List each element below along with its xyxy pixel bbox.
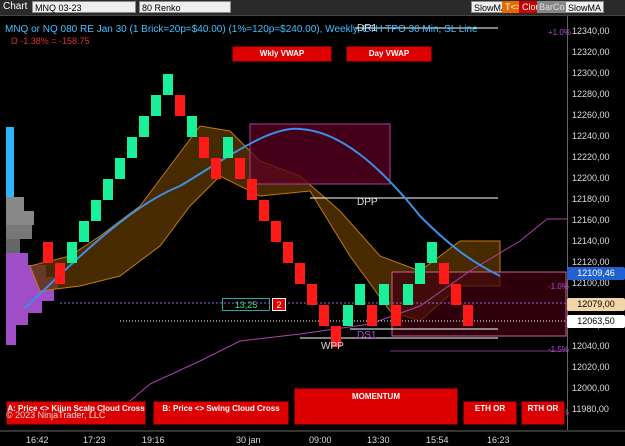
ds1-label: DS1 xyxy=(357,330,377,341)
renko-brick xyxy=(67,242,77,263)
renko-brick xyxy=(163,74,173,95)
chart-title: MNQ or NQ 080 RE Jan 30 (1 Brick=20p=$40… xyxy=(5,24,478,35)
renko-brick xyxy=(379,284,389,305)
pct-label-minus1: -1.0% xyxy=(548,282,569,291)
renko-brick xyxy=(271,221,281,242)
price-tick-label: 12120,00 xyxy=(572,257,610,267)
renko-brick xyxy=(187,116,197,137)
price-box-upper: 12109,46 xyxy=(567,267,625,280)
renko-brick xyxy=(463,305,473,326)
renko-brick xyxy=(91,200,101,221)
renko-brick xyxy=(427,242,437,263)
time-tick-label: 16:23 xyxy=(487,435,510,445)
renko-brick xyxy=(103,179,113,200)
renko-brick xyxy=(247,179,257,200)
weekly-vwap-button[interactable]: Wkly VWAP xyxy=(232,46,332,62)
renko-brick xyxy=(211,158,221,179)
dpp-label: DPP xyxy=(357,197,378,208)
renko-brick xyxy=(283,242,293,263)
renko-brick xyxy=(199,137,209,158)
instrument-selector[interactable]: MNQ 03-23 xyxy=(32,1,136,13)
day-vwap-button[interactable]: Day VWAP xyxy=(346,46,432,62)
price-tick-label: 12300,00 xyxy=(572,68,610,78)
renko-brick xyxy=(367,305,377,326)
price-tick-label: 12160,00 xyxy=(572,215,610,225)
pct-label-minus15: -1.5% xyxy=(548,345,569,354)
time-tick-label: 30 jan xyxy=(236,435,261,445)
renko-brick xyxy=(415,263,425,284)
rth-or-button[interactable]: RTH OR xyxy=(521,401,565,425)
renko-brick xyxy=(355,284,365,305)
renko-brick xyxy=(151,95,161,116)
time-tick-label: 15:54 xyxy=(426,435,449,445)
volume-profile xyxy=(6,127,58,345)
price-tick-label: 12140,00 xyxy=(572,236,610,246)
copyright-text: © 2023 NinjaTrader, LLC xyxy=(6,410,106,420)
renko-brick xyxy=(259,200,269,221)
renko-brick xyxy=(55,263,65,284)
renko-brick xyxy=(235,158,245,179)
price-tick-label: 12280,00 xyxy=(572,89,610,99)
time-tick-label: 09:00 xyxy=(309,435,332,445)
time-tick-label: 16:42 xyxy=(26,435,49,445)
renko-brick xyxy=(295,263,305,284)
chart-toolbar: Chart MNQ 03-23 80 Renko SlowMA T<>K Clo… xyxy=(0,0,625,16)
bar-type-selector[interactable]: 80 Renko xyxy=(139,1,231,13)
price-box-lower: 12063,50 xyxy=(567,315,625,328)
wpp-label: WPP xyxy=(321,341,344,352)
price-tick-label: 12000,00 xyxy=(572,383,610,393)
renko-brick xyxy=(307,284,317,305)
renko-brick xyxy=(439,263,449,284)
price-tick-label: 12240,00 xyxy=(572,131,610,141)
renko-brick xyxy=(403,284,413,305)
trade-count-badge: 2 xyxy=(272,298,286,311)
dr1-label: DR1 xyxy=(357,23,378,34)
price-tick-label: 12260,00 xyxy=(572,110,610,120)
price-box-mid: 12079,00 xyxy=(567,298,625,311)
pct-label-plus1: +1.0% xyxy=(548,28,571,37)
renko-chart[interactable] xyxy=(0,16,567,430)
price-tick-label: 11980,00 xyxy=(572,404,609,414)
price-tick-label: 12320,00 xyxy=(572,47,610,57)
price-tick-label: 12340,00 xyxy=(572,26,610,36)
renko-brick xyxy=(139,116,149,137)
momentum-button[interactable]: MOMENTUM xyxy=(294,388,458,425)
time-scrollbar[interactable] xyxy=(0,430,625,432)
bar-color-button[interactable]: BarCol xyxy=(537,1,569,13)
time-tick-label: 19:16 xyxy=(142,435,165,445)
renko-brick xyxy=(343,305,353,326)
time-tick-label: 17:23 xyxy=(83,435,106,445)
trade-value-box: 13,25 xyxy=(222,298,270,311)
renko-brick xyxy=(79,221,89,242)
pnl-readout: Ω -1.38% = -158.75 xyxy=(11,36,90,46)
price-tick-label: 12200,00 xyxy=(572,173,610,183)
renko-brick xyxy=(127,137,137,158)
chart-tab[interactable]: Chart xyxy=(3,1,27,13)
swing-cloud-button[interactable]: B: Price <> Swing Cloud Cross xyxy=(153,401,289,425)
slow-ma-button-2[interactable]: SlowMA xyxy=(565,1,605,13)
renko-brick xyxy=(319,305,329,326)
renko-brick xyxy=(43,242,53,263)
time-tick-label: 13:30 xyxy=(367,435,390,445)
renko-brick xyxy=(451,284,461,305)
renko-brick xyxy=(391,305,401,326)
renko-brick xyxy=(175,95,185,116)
price-tick-label: 12220,00 xyxy=(572,152,610,162)
price-tick-label: 12040,00 xyxy=(572,341,610,351)
price-tick-label: 12020,00 xyxy=(572,362,610,372)
eth-or-button[interactable]: ETH OR xyxy=(463,401,517,425)
price-tick-label: 12180,00 xyxy=(572,194,610,204)
renko-brick xyxy=(223,137,233,158)
renko-brick xyxy=(115,158,125,179)
